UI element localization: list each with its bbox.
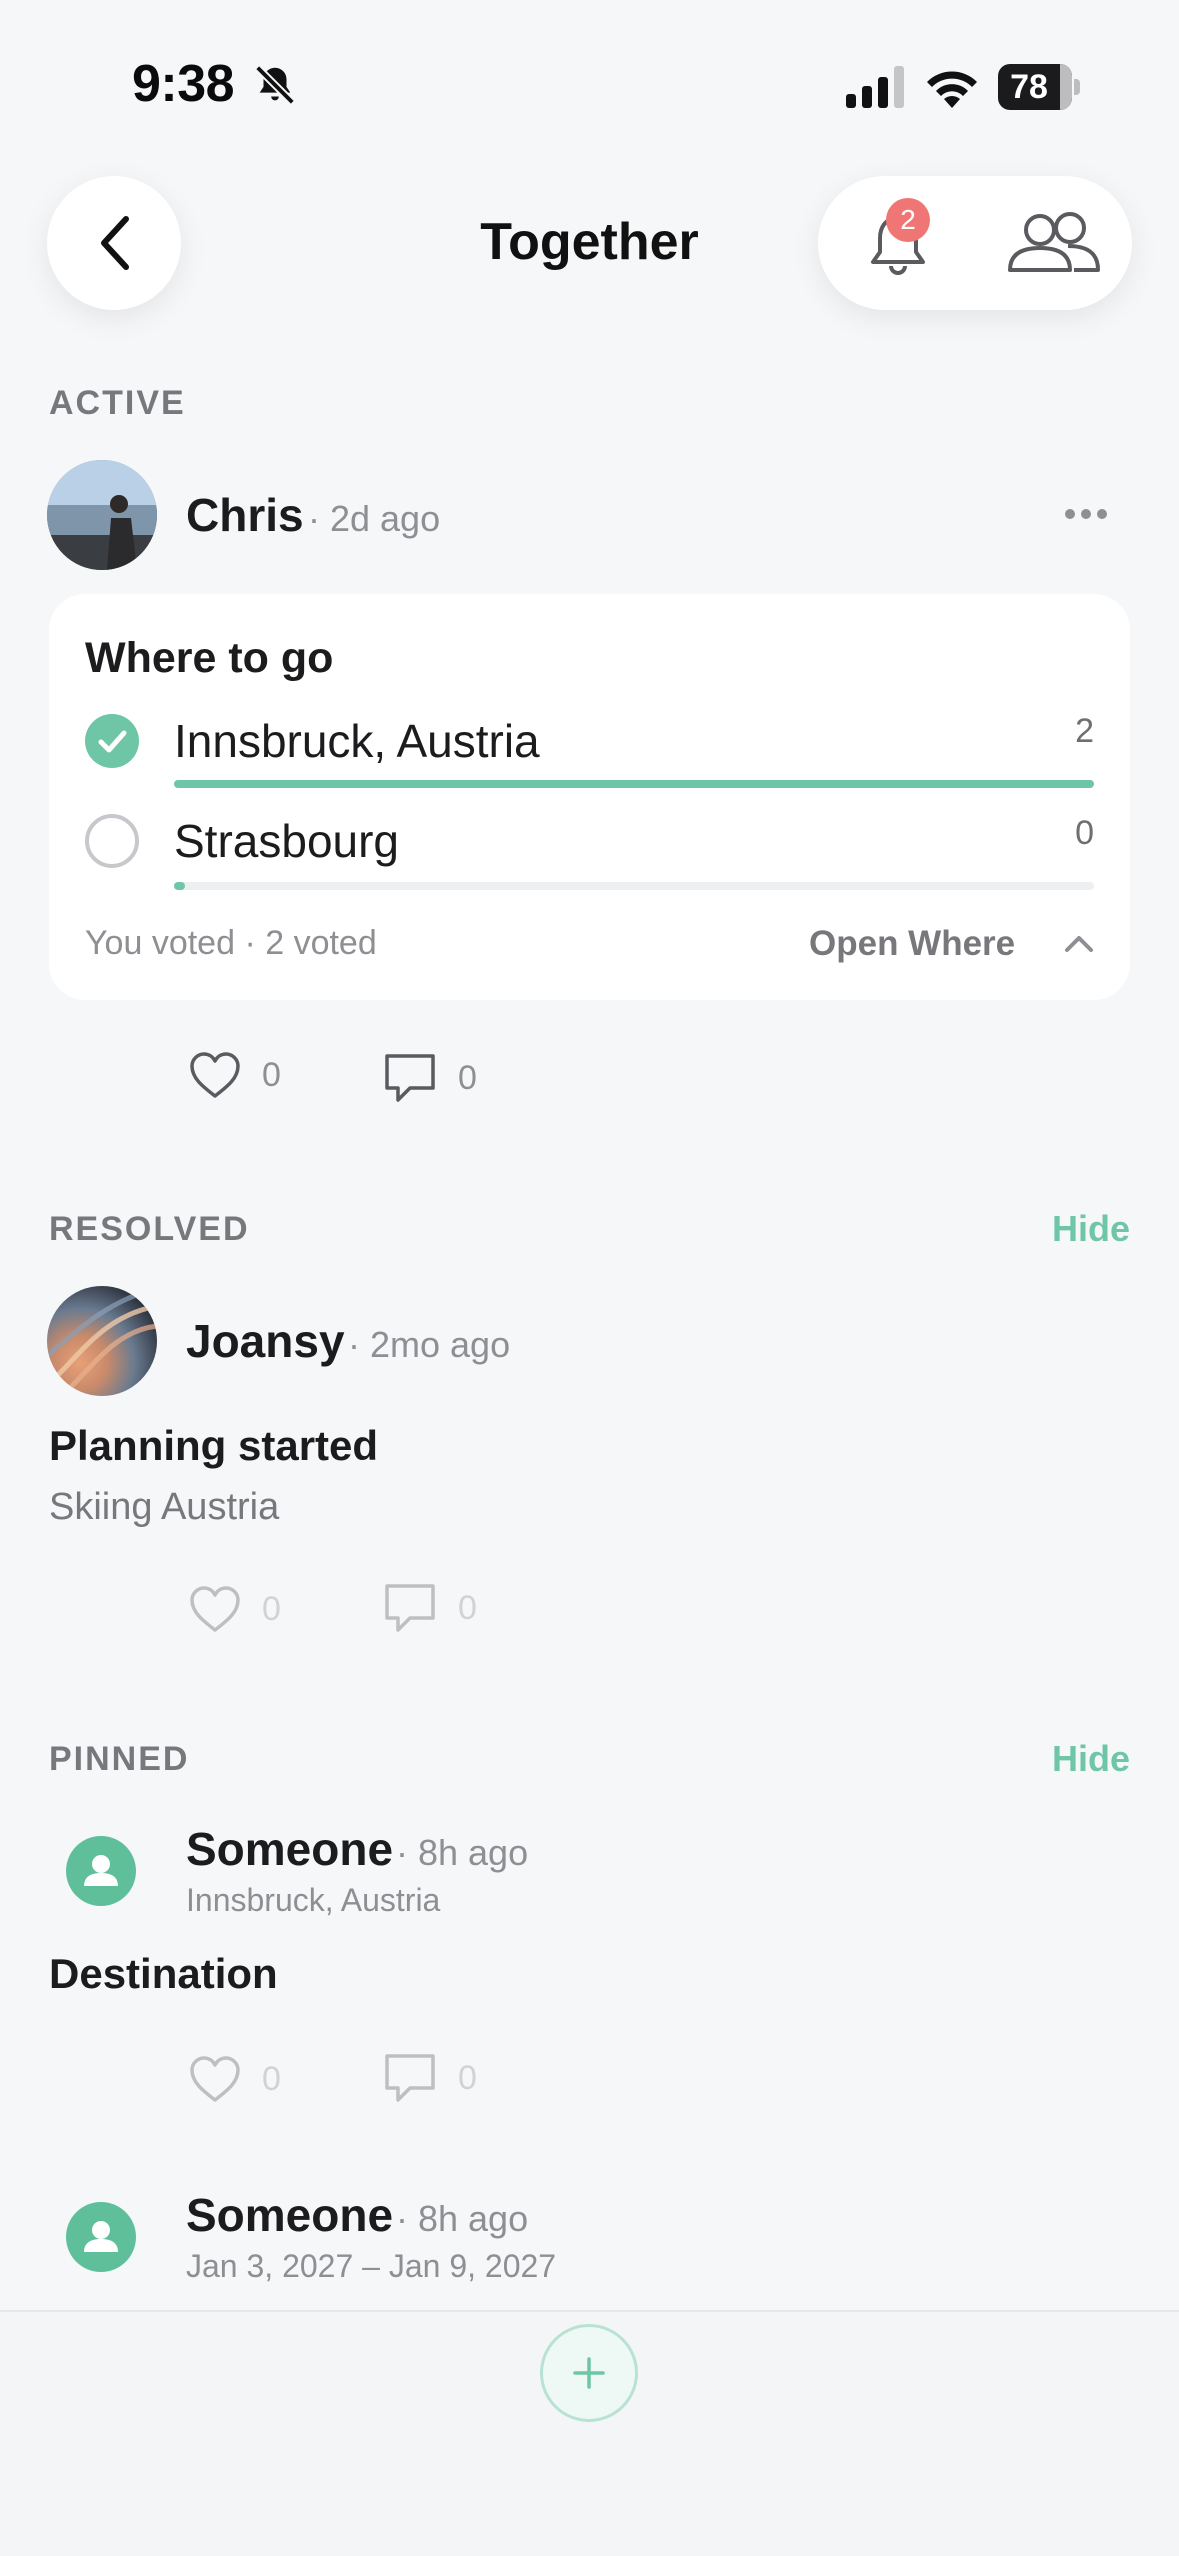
pinned-value: Innsbruck, Austria [186, 1882, 441, 1918]
person-icon [84, 2221, 118, 2252]
post-time: · 2mo ago [348, 1324, 511, 1365]
like-count: 0 [262, 1055, 281, 1094]
avatar-photo [47, 460, 157, 570]
status-time: 9:38 [132, 55, 235, 113]
comment-icon [385, 1054, 435, 1102]
battery-indicator: 78 [998, 64, 1080, 110]
poll-option-bar-fill [174, 882, 186, 890]
chevron-up-icon[interactable] [1061, 926, 1097, 962]
battery-level: 78 [1010, 68, 1048, 106]
comment-count: 0 [458, 1588, 477, 1627]
hide-resolved-button[interactable]: Hide [980, 1208, 1130, 1250]
like-count: 0 [262, 2059, 281, 2098]
comment-count: 0 [458, 1058, 477, 1097]
avatar[interactable] [66, 2202, 136, 2272]
heart-icon [190, 2056, 240, 2102]
people-icon [1008, 212, 1100, 272]
cellular-signal-icon [846, 66, 904, 108]
like-button[interactable]: 0 [188, 1584, 281, 1634]
comment-button[interactable]: 0 [382, 1050, 477, 1106]
poll-option-count: 0 [1075, 814, 1094, 852]
header-actions [818, 176, 1132, 310]
pinned-title: Destination [49, 1950, 278, 1997]
poll-option-bar [174, 780, 1094, 788]
comment-count: 0 [458, 2058, 477, 2097]
post-subtitle: Skiing Austria [49, 1486, 280, 1528]
members-button[interactable] [1004, 204, 1104, 284]
poll-option-bar-fill [174, 780, 1094, 788]
poll-card: Where to go Innsbruck, Austria 2 Strasbo… [49, 594, 1130, 1000]
heart-icon [190, 1052, 240, 1098]
person-icon [84, 1855, 118, 1886]
heart-icon [190, 1586, 240, 1632]
poll-option-label[interactable]: Strasbourg [174, 814, 399, 868]
post-author[interactable]: Chris [186, 488, 304, 542]
poll-option-bar [174, 882, 1094, 890]
checkmark-icon [98, 730, 127, 753]
poll-option-check[interactable] [85, 714, 139, 768]
poll-vote-summary: You voted · 2 voted [85, 924, 377, 962]
pinned-value: Jan 3, 2027 – Jan 9, 2027 [186, 2248, 557, 2284]
like-count: 0 [262, 1589, 281, 1628]
avatar[interactable] [47, 1286, 157, 1396]
wifi-icon [927, 71, 977, 108]
poll-option-label[interactable]: Innsbruck, Austria [174, 714, 540, 768]
pinned-author[interactable]: Someone [186, 2188, 393, 2242]
avatar[interactable] [47, 460, 157, 570]
section-label-pinned: PINNED [49, 1740, 190, 1778]
comment-icon [385, 1584, 435, 1632]
avatar-photo [47, 1288, 157, 1393]
comment-button[interactable]: 0 [382, 1580, 477, 1636]
poll-option-count: 2 [1075, 712, 1094, 750]
poll-option-radio[interactable] [85, 814, 139, 868]
post-title: Planning started [49, 1422, 379, 1469]
pinned-time: · 8h ago [396, 2198, 529, 2239]
add-button[interactable] [540, 2324, 638, 2422]
post-author[interactable]: Joansy [186, 1314, 345, 1368]
hide-pinned-button[interactable]: Hide [980, 1738, 1130, 1780]
notification-badge: 2 [886, 198, 930, 242]
open-poll-button[interactable]: Open Where [809, 924, 1015, 964]
like-button[interactable]: 0 [188, 2054, 281, 2104]
post-time: · 2d ago [308, 498, 441, 539]
avatar[interactable] [66, 1836, 136, 1906]
bell-slash-icon [255, 65, 295, 105]
plus-icon [573, 2357, 605, 2389]
pinned-time: · 8h ago [396, 1832, 529, 1873]
comment-button[interactable]: 0 [382, 2050, 477, 2106]
section-label-resolved: RESOLVED [49, 1210, 250, 1248]
pinned-author[interactable]: Someone [186, 1822, 393, 1876]
comment-icon [385, 2054, 435, 2102]
more-options-icon[interactable] [1064, 506, 1108, 522]
poll-title: Where to go [85, 634, 334, 682]
like-button[interactable]: 0 [188, 1050, 281, 1100]
section-label-active: ACTIVE [49, 384, 186, 422]
